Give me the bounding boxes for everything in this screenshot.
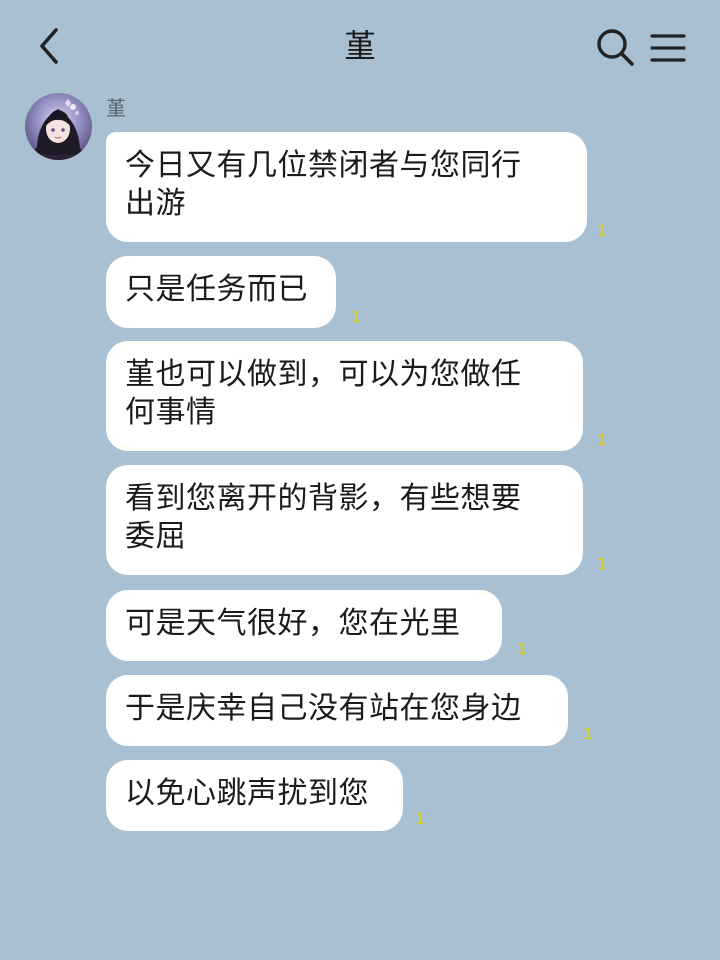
avatar-portrait-icon [28,99,88,160]
top-bar: 堇 [0,0,720,92]
back-button[interactable] [30,24,70,68]
message-text: 看到您离开的背影，有些想要 委屈 [125,481,522,554]
read-count: 1 [351,308,361,326]
message-bubble[interactable]: 于是庆幸自己没有站在您身边 [106,675,568,746]
message-bubble[interactable]: 堇也可以做到，可以为您做任 何事情 [106,341,583,451]
message-bubble[interactable]: 可是天气很好，您在光里 [106,590,502,661]
message-text: 以免心跳声扰到您 [125,776,369,811]
read-count: 1 [597,431,607,449]
search-icon [597,29,634,66]
message-bubble[interactable]: 只是任务而已 [106,256,336,328]
message-text: 可是天气很好，您在光里 [125,606,461,641]
read-count: 1 [583,725,593,743]
read-count: 1 [517,640,527,658]
message-bubble[interactable]: 以免心跳声扰到您 [106,760,403,831]
message-bubble[interactable]: 看到您离开的背影，有些想要 委屈 [106,465,583,575]
read-count: 1 [597,555,607,573]
menu-button[interactable] [648,28,688,68]
chevron-left-icon [40,28,58,64]
hamburger-menu-icon [650,34,686,62]
message-bubble[interactable]: 今日又有几位禁闭者与您同行 出游 [106,132,587,242]
message-text: 堇也可以做到，可以为您做任 何事情 [125,357,522,430]
sender-name: 堇 [106,96,126,120]
search-button[interactable] [594,26,636,68]
read-count: 1 [597,222,607,240]
message-text: 只是任务而已 [125,272,308,307]
message-text: 于是庆幸自己没有站在您身边 [125,691,522,726]
message-text: 今日又有几位禁闭者与您同行 出游 [125,148,522,221]
avatar[interactable] [25,93,92,160]
read-count: 1 [416,810,426,828]
